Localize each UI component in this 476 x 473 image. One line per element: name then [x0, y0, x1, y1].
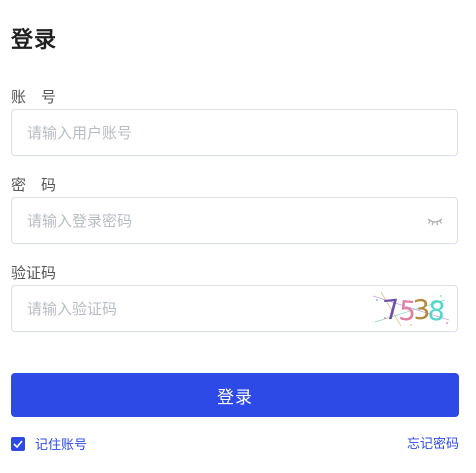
forgot-password-link[interactable]: 忘记密码 [407, 433, 459, 452]
password-input[interactable] [12, 198, 457, 243]
remember-checkbox[interactable]: 记住账号 [11, 434, 87, 453]
page-title: 登录 [11, 28, 58, 53]
captcha-image[interactable]: 7 5 3 8 [371, 290, 451, 328]
password-field[interactable] [11, 197, 458, 244]
captcha-field[interactable]: 7 5 3 8 [11, 285, 458, 332]
captcha-label: 验证码 [11, 264, 57, 282]
account-label: 账 号 [11, 88, 57, 106]
remember-label[interactable]: 记住账号 [35, 434, 87, 453]
account-field[interactable] [11, 109, 458, 156]
captcha-char-4: 8 [426, 295, 446, 328]
checkbox-checked-icon[interactable] [11, 436, 25, 451]
eye-closed-icon[interactable] [427, 214, 443, 228]
account-input[interactable] [12, 110, 457, 155]
password-label: 密 码 [11, 176, 57, 194]
login-button[interactable]: 登录 [11, 373, 459, 417]
